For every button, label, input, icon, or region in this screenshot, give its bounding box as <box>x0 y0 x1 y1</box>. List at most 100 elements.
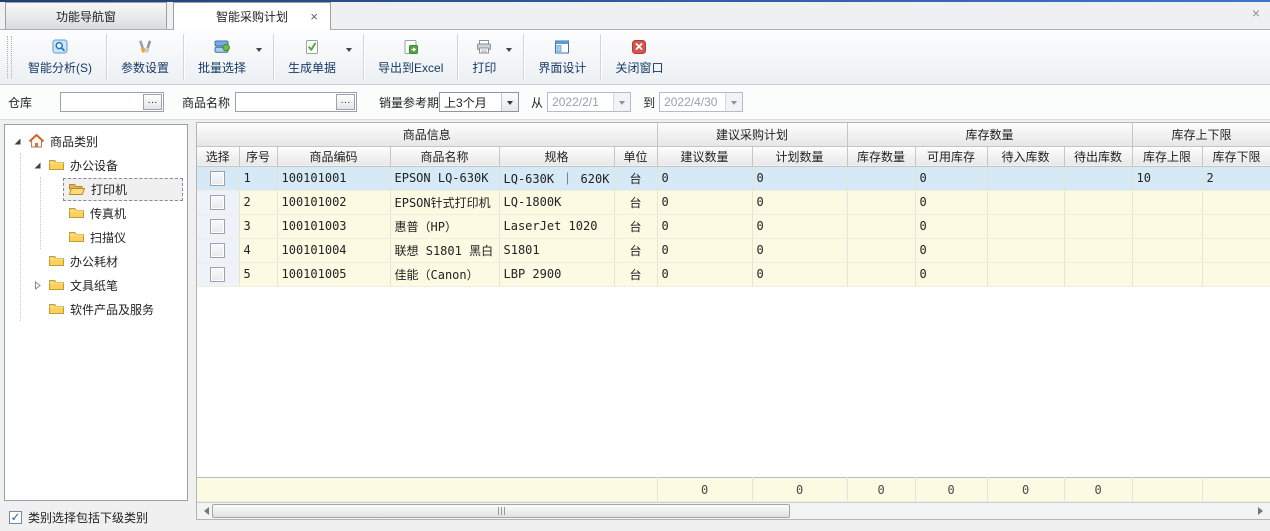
group-header-suggested-plan: 建议采购计划 <box>657 123 847 146</box>
column-header-spec[interactable]: 规格 <box>499 146 614 166</box>
tree-item-category-root[interactable]: 商品类别 <box>11 129 187 153</box>
cell-outbound <box>1064 166 1132 190</box>
cell-plan[interactable]: 0 <box>752 262 847 286</box>
button-label: 导出到Excel <box>378 59 443 76</box>
export-excel-button[interactable]: 导出到Excel <box>367 31 454 83</box>
dropdown-arrow-icon[interactable] <box>506 48 512 55</box>
cell-seq: 2 <box>239 190 277 214</box>
column-header-stock-qty[interactable]: 库存数量 <box>847 146 915 166</box>
tree-item-office-equipment[interactable]: 办公设备 <box>31 153 187 177</box>
row-checkbox[interactable] <box>210 267 225 282</box>
column-header-unit[interactable]: 单位 <box>614 146 657 166</box>
column-header-select[interactable]: 选择 <box>197 146 239 166</box>
generate-document-button[interactable]: 生成单据 <box>277 31 360 83</box>
column-header-suggest-qty[interactable]: 建议数量 <box>657 146 752 166</box>
column-header-inbound[interactable]: 待入库数 <box>987 146 1064 166</box>
warehouse-browse-button[interactable]: ··· <box>143 94 162 110</box>
collapsed-icon[interactable] <box>31 281 43 290</box>
warehouse-value <box>61 93 142 111</box>
scroll-right-arrow[interactable] <box>1255 503 1270 519</box>
table-row[interactable]: 1 100101001 EPSON LQ-630K LQ-630K ｜ 620K… <box>197 166 1270 190</box>
product-browse-button[interactable]: ··· <box>336 94 355 110</box>
product-name-input[interactable]: ··· <box>235 92 357 112</box>
row-checkbox[interactable] <box>210 171 225 186</box>
cell-outbound <box>1064 262 1132 286</box>
cell-plan[interactable]: 0 <box>752 214 847 238</box>
tree-item-stationery[interactable]: 文具纸笔 <box>31 273 187 297</box>
tree-item-printer[interactable]: 打印机 <box>51 177 187 201</box>
horizontal-scrollbar[interactable] <box>197 502 1270 519</box>
table-row[interactable]: 2 100101002 EPSON针式打印机 LQ-1800K 台 0 0 0 <box>197 190 1270 214</box>
close-window-button[interactable]: 关闭窗口 <box>604 31 674 83</box>
tabstrip-close-icon[interactable]: × <box>1252 6 1260 20</box>
from-date-input[interactable]: 2022/2/1 <box>547 92 631 112</box>
smart-analyze-button[interactable]: 智能分析(S) <box>17 31 103 83</box>
row-checkbox[interactable] <box>210 243 225 258</box>
table-row[interactable]: 4 100101004 联想 S1801 黑白 S1801 台 0 0 0 <box>197 238 1270 262</box>
date-dropdown-button[interactable] <box>613 93 630 111</box>
home-icon <box>28 133 45 149</box>
column-header-seq[interactable]: 序号 <box>239 146 277 166</box>
cell-stock <box>847 166 915 190</box>
cell-select <box>197 238 239 262</box>
cell-plan[interactable]: 0 <box>752 190 847 214</box>
expanded-icon[interactable] <box>31 161 43 170</box>
include-subcategory-checkbox[interactable]: ✓ <box>9 511 22 524</box>
tab-close-icon[interactable]: × <box>310 10 318 23</box>
print-button[interactable]: 打印 <box>461 31 520 83</box>
column-header-upper-limit[interactable]: 库存上限 <box>1132 146 1202 166</box>
dropdown-arrow-icon[interactable] <box>256 48 262 55</box>
purchase-plan-grid: 商品信息 建议采购计划 库存数量 库存上下限 选择 序号 商品编码 商品名称 规… <box>196 122 1270 520</box>
toolbar-grip[interactable] <box>7 36 12 78</box>
table-row[interactable]: 3 100101003 惠普（HP） LaserJet 1020 台 0 0 0 <box>197 214 1270 238</box>
column-header-name[interactable]: 商品名称 <box>390 146 499 166</box>
dropdown-arrow-icon[interactable] <box>346 48 352 55</box>
ui-design-button[interactable]: 界面设计 <box>527 31 597 83</box>
column-header-available[interactable]: 可用库存 <box>915 146 987 166</box>
tree-item-label: 商品类别 <box>50 133 98 150</box>
grid-table: 商品信息 建议采购计划 库存数量 库存上下限 选择 序号 商品编码 商品名称 规… <box>197 123 1270 287</box>
row-checkbox[interactable] <box>210 219 225 234</box>
column-header-outbound[interactable]: 待出库数 <box>1064 146 1132 166</box>
column-header-lower-limit[interactable]: 库存下限 <box>1202 146 1270 166</box>
date-dropdown-button[interactable] <box>725 93 742 111</box>
total-available: 0 <box>915 478 987 502</box>
tree-item-scanner[interactable]: 扫描仪 <box>51 225 187 249</box>
tab-smart-purchase-plan[interactable]: 智能采购计划 × <box>173 2 331 30</box>
cell-code: 100101002 <box>277 190 390 214</box>
cell-upper <box>1132 262 1202 286</box>
tree-item-software-products[interactable]: 软件产品及服务 <box>31 297 187 321</box>
tree-item-office-supplies[interactable]: 办公耗材 <box>31 249 187 273</box>
cell-plan[interactable]: 0 <box>752 166 847 190</box>
expanded-icon[interactable] <box>11 137 23 146</box>
tab-bar: 功能导航窗 智能采购计划 × × <box>0 2 1270 30</box>
column-header-code[interactable]: 商品编码 <box>277 146 390 166</box>
group-header-stock-qty: 库存数量 <box>847 123 1132 146</box>
category-tree: 商品类别 办公设备 <box>5 129 187 321</box>
warehouse-input[interactable]: ··· <box>60 92 164 112</box>
toolbar: 智能分析(S) 参数设置 批量选择 生成单据 导出到Excel 打印 <box>0 30 1270 85</box>
include-subcategory-label: 类别选择包括下级类别 <box>28 509 148 526</box>
parameter-settings-button[interactable]: 参数设置 <box>110 31 180 83</box>
cell-unit: 台 <box>614 190 657 214</box>
tree-item-fax[interactable]: 传真机 <box>51 201 187 225</box>
table-row[interactable]: 5 100101005 佳能（Canon） LBP 2900 台 0 0 0 <box>197 262 1270 286</box>
row-checkbox[interactable] <box>210 195 225 210</box>
cell-plan[interactable]: 0 <box>752 238 847 262</box>
tab-function-nav[interactable]: 功能导航窗 <box>5 2 167 29</box>
group-header-stock-limits: 库存上下限 <box>1132 123 1270 146</box>
total-stock: 0 <box>847 478 915 502</box>
column-header-plan-qty[interactable]: 计划数量 <box>752 146 847 166</box>
cell-name: 惠普（HP） <box>390 214 499 238</box>
cell-upper: 10 <box>1132 166 1202 190</box>
combo-dropdown-button[interactable] <box>501 93 518 111</box>
scroll-left-arrow[interactable] <box>197 503 212 519</box>
scrollbar-thumb[interactable] <box>212 504 790 518</box>
cell-code: 100101001 <box>277 166 390 190</box>
to-date-input[interactable]: 2022/4/30 <box>659 92 743 112</box>
period-select[interactable]: 上3个月 <box>439 92 519 112</box>
group-header-row: 商品信息 建议采购计划 库存数量 库存上下限 <box>197 123 1270 146</box>
batch-select-button[interactable]: 批量选择 <box>187 31 270 83</box>
cell-seq: 5 <box>239 262 277 286</box>
cell-lower <box>1202 262 1270 286</box>
